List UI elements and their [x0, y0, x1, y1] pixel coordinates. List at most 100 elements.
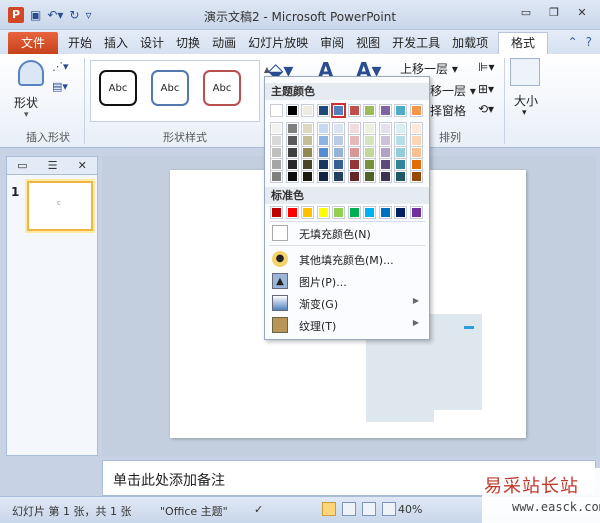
reading-view-icon[interactable]	[362, 502, 376, 516]
color-swatch[interactable]	[394, 134, 407, 147]
picture-item[interactable]: ▲ 图片(P)...	[269, 271, 425, 291]
color-swatch[interactable]	[316, 134, 330, 147]
color-swatch[interactable]	[347, 206, 361, 219]
color-swatch[interactable]	[347, 134, 361, 147]
no-fill-item[interactable]: 无填充颜色(N)	[269, 223, 425, 243]
color-swatch[interactable]	[285, 134, 299, 147]
selection-pane-button[interactable]: 择窗格	[430, 102, 466, 119]
style-preset-red[interactable]: Abc	[203, 70, 241, 106]
color-swatch[interactable]	[316, 146, 330, 159]
tab-insert[interactable]: 插入	[98, 34, 134, 52]
texture-item[interactable]: 纹理(T) ▶	[269, 315, 425, 335]
color-swatch[interactable]	[363, 206, 376, 219]
color-swatch[interactable]	[378, 170, 392, 183]
close-pane-icon[interactable]: ✕	[78, 159, 87, 172]
restore-icon[interactable]: ❐	[542, 4, 566, 22]
tab-developer[interactable]: 开发工具	[386, 34, 446, 52]
color-swatch[interactable]	[394, 170, 407, 183]
color-swatch[interactable]	[409, 134, 423, 147]
color-swatch[interactable]	[332, 134, 345, 147]
tab-format[interactable]: 格式	[498, 32, 548, 54]
color-swatch[interactable]	[347, 104, 361, 117]
style-preset-black[interactable]: Abc	[99, 70, 137, 106]
rotate-icon[interactable]: ⟲▾	[478, 102, 494, 116]
shapes-icon[interactable]	[18, 60, 44, 86]
color-swatch[interactable]	[285, 206, 299, 219]
bring-forward-button[interactable]: 上移一层 ▾	[400, 60, 458, 77]
color-swatch[interactable]	[332, 146, 345, 159]
color-swatch[interactable]	[316, 104, 330, 117]
zoom-level[interactable]: 40%	[398, 503, 422, 516]
color-swatch[interactable]	[332, 122, 345, 135]
align-icon[interactable]: ⊫▾	[478, 60, 494, 74]
color-swatch[interactable]	[316, 206, 330, 219]
tab-design[interactable]: 设计	[134, 34, 170, 52]
normal-view-icon[interactable]	[322, 502, 336, 516]
color-swatch[interactable]	[347, 122, 361, 135]
color-swatch[interactable]	[378, 146, 392, 159]
tab-transitions[interactable]: 切换	[170, 34, 206, 52]
color-swatch[interactable]	[270, 134, 283, 147]
color-swatch[interactable]	[301, 158, 314, 171]
minimize-icon[interactable]: ▭	[514, 4, 538, 22]
minimize-ribbon-icon[interactable]: ⌃	[568, 35, 578, 49]
style-preset-blue[interactable]: Abc	[151, 70, 189, 106]
color-swatch[interactable]	[409, 104, 423, 117]
color-swatch[interactable]	[347, 158, 361, 171]
color-swatch[interactable]	[409, 158, 423, 171]
color-swatch[interactable]	[363, 122, 376, 135]
color-swatch[interactable]	[301, 206, 314, 219]
color-swatch[interactable]	[363, 158, 376, 171]
color-swatch[interactable]	[316, 158, 330, 171]
color-swatch[interactable]	[301, 146, 314, 159]
color-swatch[interactable]	[394, 206, 407, 219]
color-swatch[interactable]	[378, 134, 392, 147]
color-swatch[interactable]	[270, 146, 283, 159]
close-icon[interactable]: ✕	[570, 4, 594, 22]
color-swatch[interactable]	[270, 104, 283, 117]
edit-shape-icon[interactable]: ⋰▾	[52, 60, 69, 74]
group-icon[interactable]: ⊞▾	[478, 82, 494, 96]
color-swatch[interactable]	[363, 134, 376, 147]
size-dropdown-icon[interactable]: ▾	[522, 108, 527, 118]
gradient-item[interactable]: 渐变(G) ▶	[269, 293, 425, 313]
shapes-dropdown-icon[interactable]: ▾	[24, 110, 29, 120]
color-swatch[interactable]	[301, 104, 314, 117]
color-swatch[interactable]	[285, 158, 299, 171]
tab-home[interactable]: 开始	[62, 34, 98, 52]
color-swatch[interactable]	[347, 170, 361, 183]
shapes-button[interactable]: 形状	[14, 94, 38, 111]
color-swatch[interactable]	[378, 158, 392, 171]
color-swatch[interactable]	[331, 103, 346, 118]
theme-name[interactable]: "Office 主题"	[160, 503, 228, 519]
color-swatch[interactable]	[270, 206, 283, 219]
color-swatch[interactable]	[378, 104, 392, 117]
color-swatch[interactable]	[285, 146, 299, 159]
color-swatch[interactable]	[394, 104, 407, 117]
send-backward-button[interactable]: 移一层 ▾	[430, 82, 476, 99]
size-icon[interactable]	[510, 58, 540, 86]
slide-sorter-icon[interactable]	[342, 502, 356, 516]
outline-tab-icon[interactable]: ☰	[48, 159, 58, 172]
color-swatch[interactable]	[363, 170, 376, 183]
color-swatch[interactable]	[270, 170, 283, 183]
slides-tab-icon[interactable]: ▭	[17, 159, 27, 172]
color-swatch[interactable]	[332, 158, 345, 171]
color-swatch[interactable]	[394, 146, 407, 159]
color-swatch[interactable]	[332, 170, 345, 183]
color-swatch[interactable]	[409, 122, 423, 135]
color-swatch[interactable]	[285, 122, 299, 135]
help-icon[interactable]: ?	[586, 35, 592, 49]
color-swatch[interactable]	[409, 206, 423, 219]
tab-addins[interactable]: 加载项	[446, 34, 494, 52]
tab-animations[interactable]: 动画	[206, 34, 242, 52]
color-swatch[interactable]	[316, 122, 330, 135]
color-swatch[interactable]	[394, 122, 407, 135]
color-swatch[interactable]	[347, 146, 361, 159]
color-swatch[interactable]	[285, 170, 299, 183]
color-swatch[interactable]	[301, 134, 314, 147]
more-colors-item[interactable]: ● 其他填充颜色(M)...	[269, 249, 425, 269]
color-swatch[interactable]	[363, 104, 376, 117]
color-swatch[interactable]	[285, 104, 299, 117]
tab-review[interactable]: 审阅	[314, 34, 350, 52]
